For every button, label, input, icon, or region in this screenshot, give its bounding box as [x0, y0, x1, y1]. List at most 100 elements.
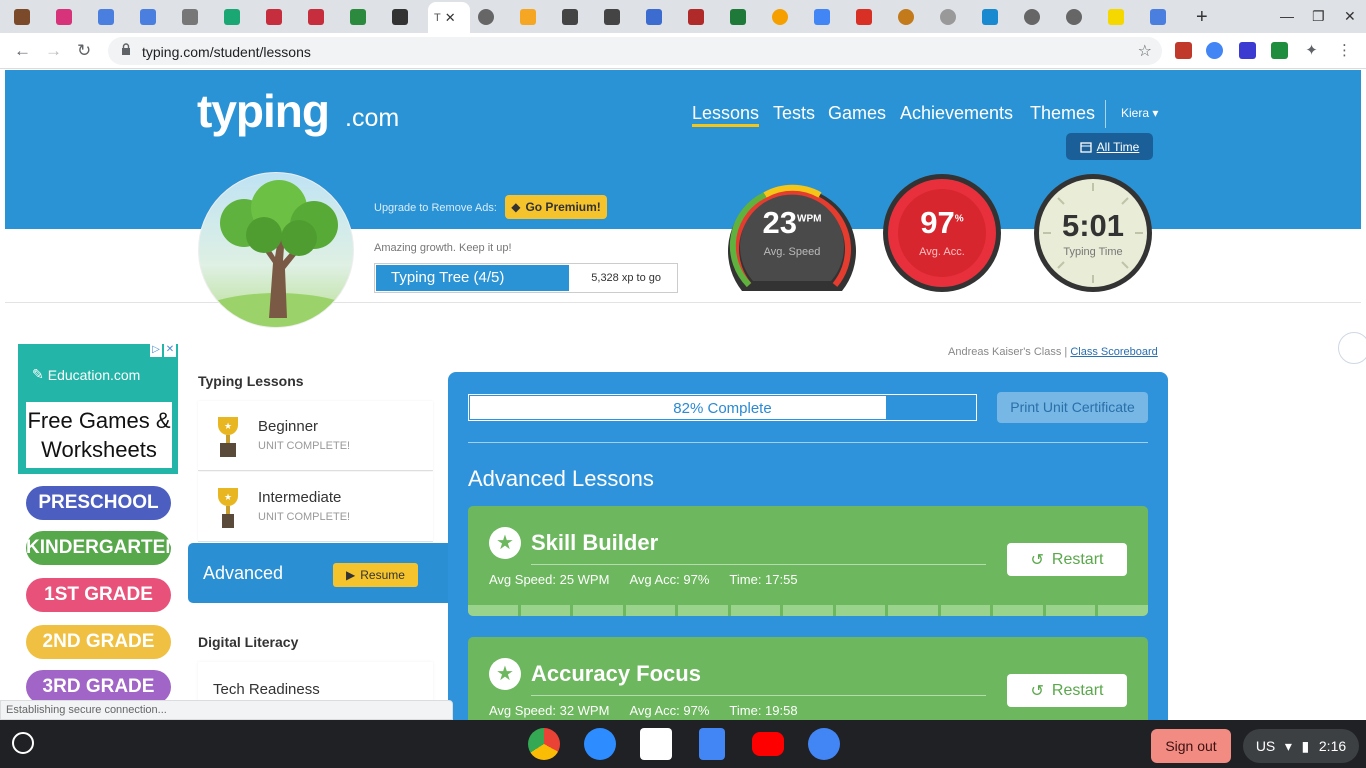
ad-grade-preschool[interactable]: PRESCHOOL — [26, 486, 171, 520]
gmail-icon[interactable] — [640, 728, 672, 760]
unit-advanced[interactable]: Advanced ▶ Resume — [188, 543, 453, 603]
grid-icon — [350, 9, 366, 25]
tab[interactable] — [982, 4, 998, 30]
tab[interactable] — [14, 4, 30, 30]
tab[interactable] — [856, 4, 872, 30]
tab[interactable] — [604, 4, 620, 30]
minimize-icon[interactable]: — — [1280, 8, 1294, 24]
status-tray[interactable]: US ▾ ▮ 2:16 — [1243, 729, 1359, 763]
tab[interactable] — [266, 4, 282, 30]
nav-games[interactable]: Games — [828, 103, 886, 124]
advertisement[interactable]: ▷ ✕ ✎ Education.com Free Games & Workshee… — [18, 344, 178, 720]
print-certificate-button[interactable]: Print Unit Certificate — [997, 392, 1148, 423]
ad-close-icon[interactable]: ✕ — [164, 344, 176, 357]
tab[interactable] — [688, 4, 704, 30]
ad-grade-1st[interactable]: 1ST GRADE — [26, 578, 171, 612]
unit-intermediate[interactable]: ★ Intermediate UNIT COMPLETE! — [198, 472, 433, 542]
bookmark-star-icon[interactable]: ☆ — [1138, 41, 1152, 61]
restore-icon[interactable]: ❐ — [1312, 8, 1325, 25]
mic-extension-icon[interactable] — [1206, 42, 1223, 59]
tab[interactable] — [308, 4, 324, 30]
accuracy-value: 97% — [882, 205, 1002, 241]
lesson-accuracy: Avg Acc: 97% — [629, 572, 710, 587]
tab[interactable] — [350, 4, 366, 30]
restart-button[interactable]: ↺ Restart — [1007, 543, 1127, 576]
lesson-accuracy-focus[interactable]: ★ Accuracy Focus Avg Speed: 32 WPM Avg A… — [468, 637, 1148, 720]
lesson-speed: Avg Speed: 25 WPM — [489, 572, 610, 587]
go-premium-button[interactable]: ◆ Go Premium! — [505, 195, 607, 219]
tab[interactable] — [646, 4, 662, 30]
nav-themes[interactable]: Themes — [1030, 103, 1095, 124]
date-range-button[interactable]: All Time — [1066, 133, 1153, 160]
wifi-icon: ▾ — [1284, 737, 1292, 754]
tab[interactable] — [898, 4, 914, 30]
ad-brand: ✎ Education.com — [32, 366, 140, 383]
docs-icon[interactable] — [699, 728, 725, 760]
ad-choices-icon[interactable]: ▷ — [150, 344, 162, 357]
tab[interactable] — [182, 4, 198, 30]
tab[interactable] — [562, 4, 578, 30]
restart-button[interactable]: ↺ Restart — [1007, 674, 1127, 707]
nav-achievements[interactable]: Achievements — [900, 103, 1013, 124]
clock: 2:16 — [1318, 738, 1347, 754]
launcher-icon[interactable] — [12, 732, 34, 754]
close-window-icon[interactable]: ✕ — [1344, 8, 1356, 25]
unit-status: UNIT COMPLETE! — [258, 511, 351, 523]
nav-tests[interactable]: Tests — [773, 103, 815, 124]
tab[interactable] — [1150, 4, 1166, 30]
address-bar[interactable]: typing.com/student/lessons ☆ — [108, 37, 1162, 65]
nav-lessons[interactable]: Lessons — [692, 103, 760, 127]
tab[interactable] — [56, 4, 72, 30]
sign-out-button[interactable]: Sign out — [1151, 729, 1231, 763]
close-icon[interactable]: ✕ — [445, 10, 456, 26]
ad-grade-2nd[interactable]: 2ND GRADE — [26, 625, 171, 659]
speed-gauge: 23WPM Avg. Speed — [725, 173, 859, 293]
tab[interactable] — [98, 4, 114, 30]
tab[interactable] — [1024, 4, 1040, 30]
google-icon — [814, 9, 830, 25]
lesson-skill-builder[interactable]: ★ Skill Builder Avg Speed: 25 WPM Avg Ac… — [468, 506, 1148, 616]
tab[interactable] — [478, 4, 494, 30]
voice-input-icon[interactable] — [1338, 332, 1366, 364]
extension-icon[interactable] — [1175, 42, 1192, 59]
tab[interactable] — [730, 4, 746, 30]
puzzle-icon[interactable]: ✦ — [1303, 42, 1320, 59]
files-icon[interactable] — [808, 728, 840, 760]
classroom-icon[interactable] — [1271, 42, 1288, 59]
tab[interactable] — [1066, 4, 1082, 30]
favicon-icon — [182, 9, 198, 25]
tab[interactable] — [772, 4, 788, 30]
tab[interactable] — [224, 4, 240, 30]
extension-icon[interactable] — [1239, 42, 1256, 59]
tab-active[interactable]: T ✕ — [428, 2, 470, 33]
user-menu[interactable]: Kiera ▾ — [1121, 106, 1158, 120]
tab[interactable] — [392, 4, 408, 30]
class-scoreboard-link[interactable]: Class Scoreboard — [1070, 346, 1157, 358]
zoom-icon[interactable] — [584, 728, 616, 760]
site-logo[interactable]: typing — [197, 84, 330, 138]
lesson-time: Time: 19:58 — [729, 703, 798, 718]
typing-tree-progress: Typing Tree (4/5) 5,328 xp to go — [374, 263, 678, 293]
tab[interactable] — [140, 4, 156, 30]
favicon-icon — [56, 9, 72, 25]
chrome-icon[interactable] — [528, 728, 560, 760]
tab[interactable] — [940, 4, 956, 30]
favicon-icon — [730, 9, 746, 25]
ad-grade-kindergarten[interactable]: KINDERGARTEN — [26, 531, 178, 565]
menu-dots-icon[interactable]: ⋮ — [1336, 42, 1353, 59]
keyboard-locale: US — [1255, 738, 1276, 754]
speed-unit: WPM — [797, 213, 822, 225]
tab[interactable] — [1108, 4, 1124, 30]
trophy-icon: ★ — [218, 417, 238, 457]
youtube-icon[interactable] — [752, 732, 784, 756]
unit-beginner[interactable]: ★ Beginner UNIT COMPLETE! — [198, 401, 433, 471]
new-tab-button[interactable]: + — [1196, 6, 1208, 29]
tab[interactable] — [520, 4, 536, 30]
forward-icon[interactable]: → — [45, 41, 62, 61]
reload-icon[interactable]: ↻ — [77, 41, 91, 61]
resume-button[interactable]: ▶ Resume — [333, 563, 418, 587]
tab[interactable] — [814, 4, 830, 30]
typing-time-label: Typing Time — [1063, 246, 1123, 258]
back-icon[interactable]: ← — [14, 41, 31, 61]
ad-grade-3rd[interactable]: 3RD GRADE — [26, 670, 171, 704]
